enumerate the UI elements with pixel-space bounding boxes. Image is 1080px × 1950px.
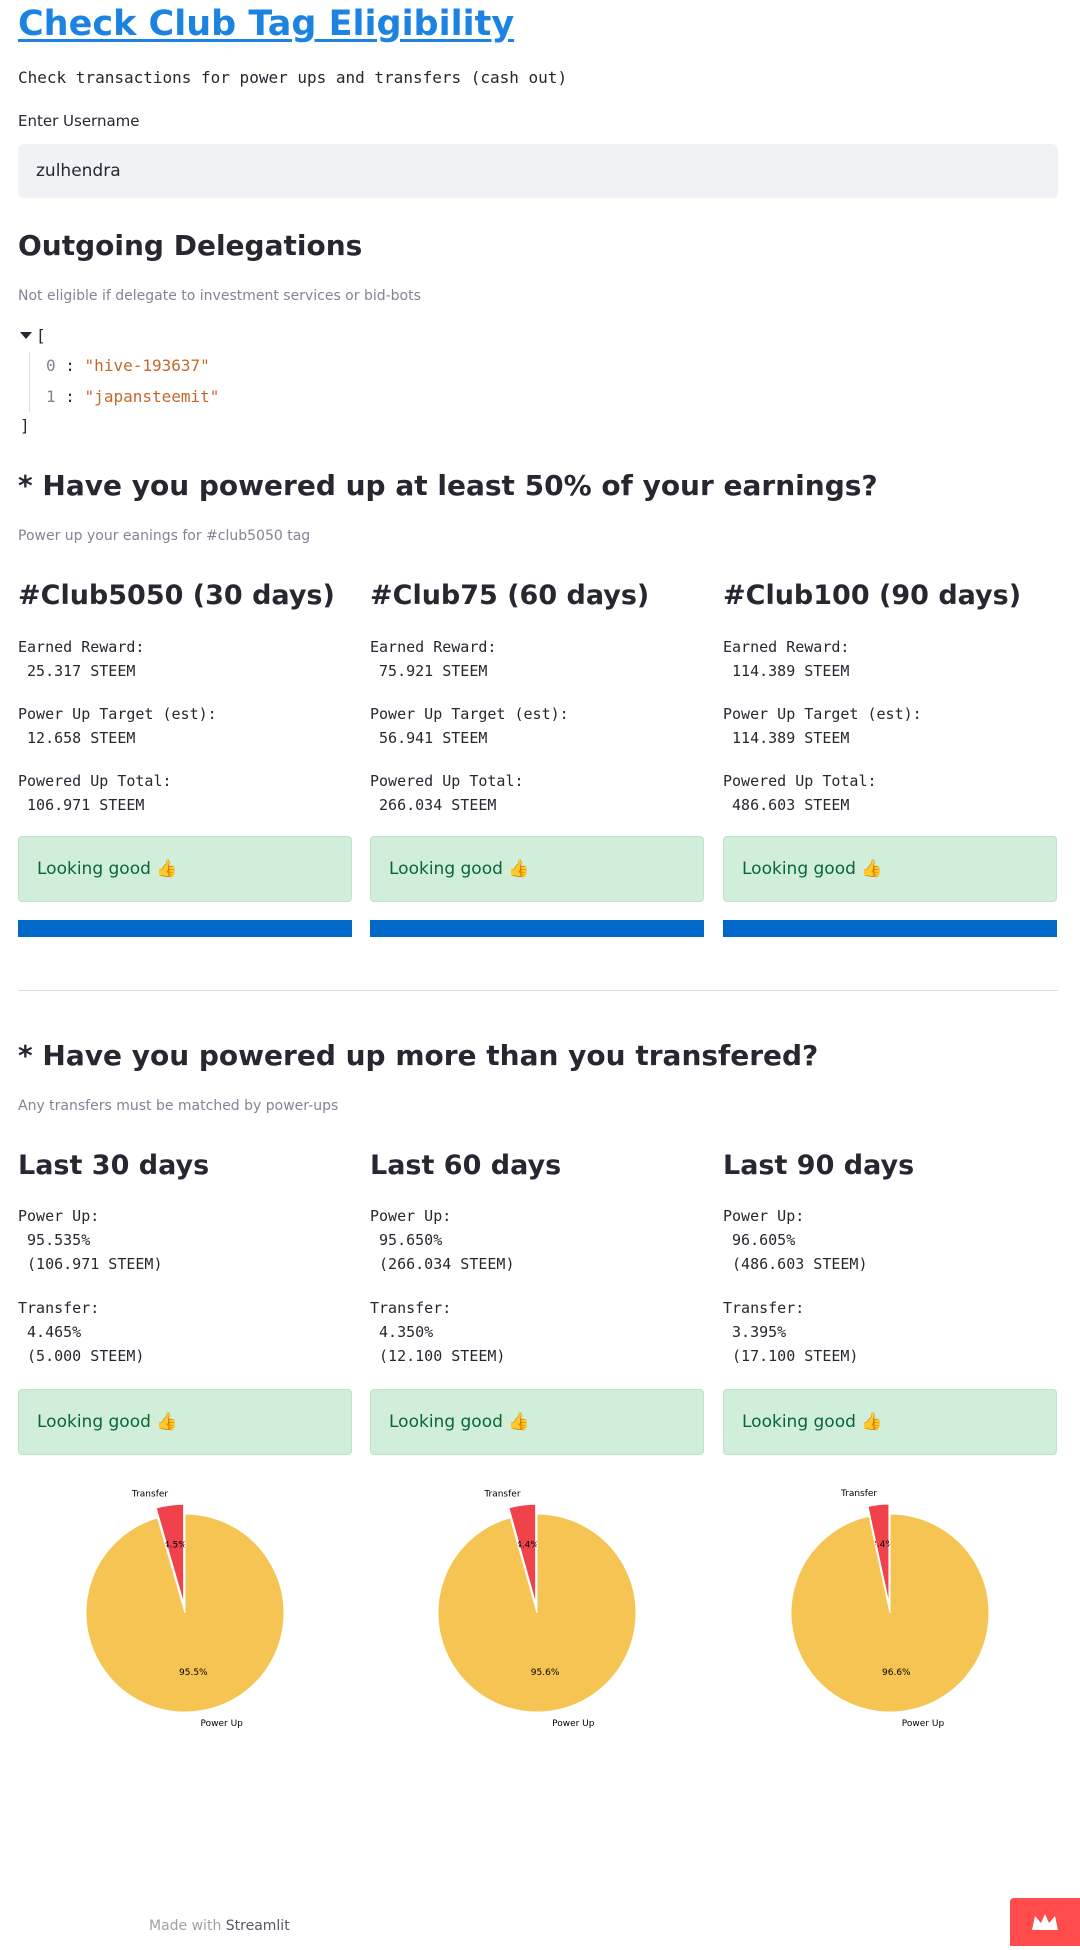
page-subtitle: Check transactions for power ups and tra…: [18, 68, 568, 87]
powered-up-total: Powered Up Total: 266.034 STEEM: [370, 772, 524, 814]
transfer-stat: Transfer: 4.350% (12.100 STEEM): [370, 1299, 506, 1365]
pie-chart: 4.5% Transfer 95.5% Power Up: [85, 1489, 285, 1729]
transfer-stat: Transfer: 3.395% (17.100 STEEM): [723, 1299, 859, 1365]
power-up-stat: Power Up: 96.605% (486.603 STEEM): [723, 1207, 868, 1273]
progress-bar: [18, 920, 352, 937]
power-up-target: Power Up Target (est): 114.389 STEEM: [723, 705, 922, 747]
json-indent-rail: [29, 352, 30, 412]
status-success-alert: Looking good 👍: [18, 1389, 352, 1455]
earned-reward: Earned Reward: 114.389 STEEM: [723, 638, 850, 680]
transfer-caption: Any transfers must be matched by power-u…: [18, 1098, 339, 1114]
power-up-target: Power Up Target (est): 12.658 STEEM: [18, 705, 217, 747]
status-success-alert: Looking good 👍: [723, 1389, 1057, 1455]
progress-bar-fill: [18, 920, 352, 937]
pie-slice-power-up: [85, 1513, 285, 1713]
powerup-caption: Power up your eanings for #club5050 tag: [18, 528, 311, 544]
pie-slice-power-up: [437, 1513, 637, 1713]
section-divider: [18, 990, 1058, 991]
username-label: Enter Username: [18, 112, 140, 130]
power-up-stat: Power Up: 95.535% (106.971 STEEM): [18, 1207, 163, 1273]
streamlit-menu-button[interactable]: [1010, 1898, 1080, 1946]
transfer-heading: * Have you powered up more than you tran…: [18, 1039, 819, 1072]
status-success-alert: Looking good 👍: [370, 836, 704, 902]
progress-bar-fill: [723, 920, 1057, 937]
json-open-bracket: [: [36, 326, 46, 345]
footer: Made with Streamlit: [149, 1918, 290, 1934]
delegations-heading: Outgoing Delegations: [18, 229, 363, 262]
club-column-title: #Club100 (90 days): [723, 580, 1022, 611]
json-row-index: 1: [46, 387, 56, 406]
powered-up-total: Powered Up Total: 106.971 STEEM: [18, 772, 172, 814]
pie-chart: 4.4% Transfer 95.6% Power Up: [437, 1489, 637, 1729]
pie-pct-label: 4.4%: [516, 1540, 539, 1550]
transfer-stat: Transfer: 4.465% (5.000 STEEM): [18, 1299, 145, 1365]
status-success-alert: Looking good 👍: [370, 1389, 704, 1455]
powered-up-total: Powered Up Total: 486.603 STEEM: [723, 772, 877, 814]
pie-pct-label: 95.6%: [531, 1668, 560, 1678]
pie-pct-label: 96.6%: [882, 1668, 911, 1678]
json-close-bracket: ]: [20, 416, 30, 435]
json-row-index: 0: [46, 356, 56, 375]
pie-pct-label: 4.5%: [164, 1540, 187, 1550]
pie-category-label: Power Up: [201, 1719, 244, 1729]
club-column-title: #Club75 (60 days): [370, 580, 650, 611]
pie-chart: 3.4%Transfer96.6%Power Up: [790, 1489, 990, 1729]
footer-made-with: Made with: [149, 1918, 222, 1934]
collapse-toggle-icon[interactable]: [20, 332, 32, 339]
status-success-alert: Looking good 👍: [18, 836, 352, 902]
json-row: 1 : "japansteemit": [46, 387, 220, 406]
power-up-target: Power Up Target (est): 56.941 STEEM: [370, 705, 569, 747]
status-success-alert: Looking good 👍: [723, 836, 1057, 902]
pie-slice-power-up: [790, 1513, 990, 1713]
progress-bar-fill: [370, 920, 704, 937]
progress-bar: [723, 920, 1057, 937]
json-row: 0 : "hive-193637": [46, 356, 210, 375]
pie-category-label: Transfer: [131, 1489, 168, 1499]
earned-reward: Earned Reward: 75.921 STEEM: [370, 638, 497, 680]
pie-category-label: Transfer: [483, 1489, 520, 1499]
period-column-title: Last 30 days: [18, 1150, 210, 1181]
json-viewer: [ 0 : "hive-193637" 1 : "japansteemit" ]: [18, 326, 418, 436]
club-column-title: #Club5050 (30 days): [18, 580, 335, 611]
progress-bar: [370, 920, 704, 937]
power-up-stat: Power Up: 95.650% (266.034 STEEM): [370, 1207, 515, 1273]
period-column-title: Last 90 days: [723, 1150, 915, 1181]
pie-category-label: Power Up: [552, 1719, 595, 1729]
crown-icon: [1032, 1914, 1058, 1930]
page-title[interactable]: Check Club Tag Eligibility: [18, 2, 514, 46]
delegations-caption: Not eligible if delegate to investment s…: [18, 288, 421, 304]
pie-category-label: Transfer: [840, 1489, 877, 1499]
username-input[interactable]: zulhendra: [18, 144, 1058, 198]
pie-pct-label: 95.5%: [179, 1668, 208, 1678]
earned-reward: Earned Reward: 25.317 STEEM: [18, 638, 145, 680]
powerup-heading: * Have you powered up at least 50% of yo…: [18, 469, 878, 502]
pie-category-label: Power Up: [902, 1719, 945, 1729]
json-row-value: "japansteemit": [84, 387, 220, 406]
json-row-value: "hive-193637": [84, 356, 210, 375]
period-column-title: Last 60 days: [370, 1150, 562, 1181]
footer-brand-link[interactable]: Streamlit: [226, 1918, 290, 1934]
